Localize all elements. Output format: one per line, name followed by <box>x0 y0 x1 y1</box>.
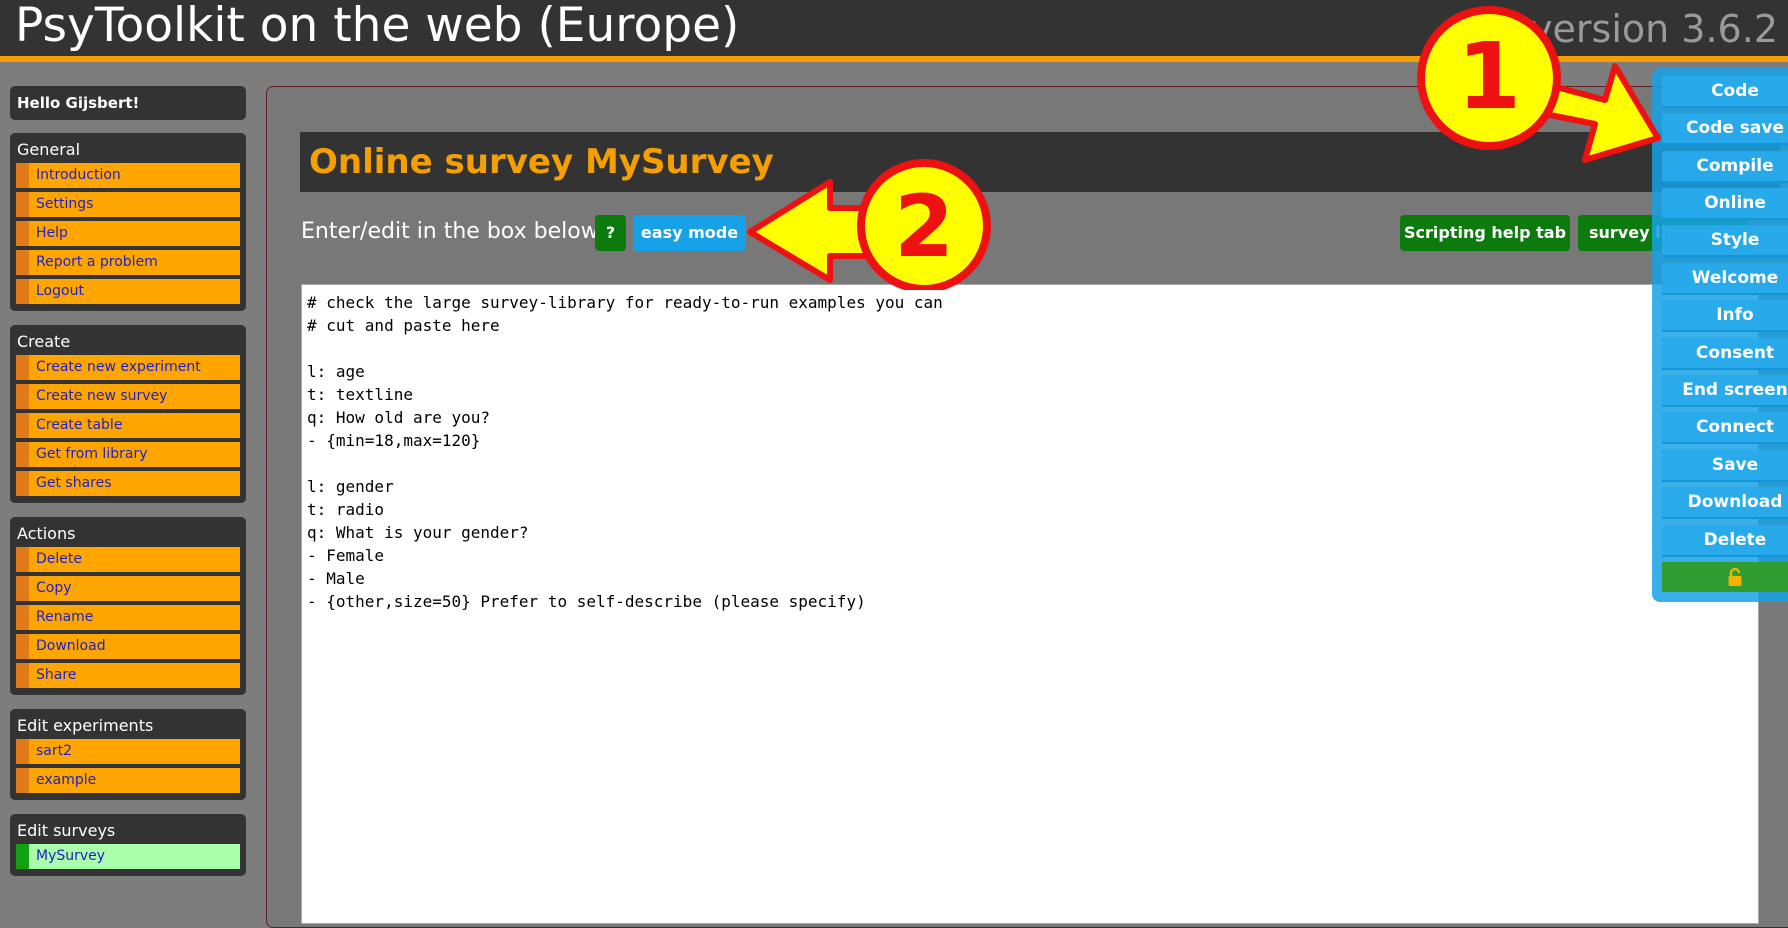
menu-connect[interactable]: Connect <box>1662 412 1788 444</box>
sidebar-item-download[interactable]: Download <box>16 634 240 659</box>
lock-icon[interactable] <box>1662 562 1788 592</box>
sidebar-item-rename[interactable]: Rename <box>16 605 240 630</box>
menu-general: General Introduction Settings Help Repor… <box>10 133 246 311</box>
sidebar-item-experiment[interactable]: sart2 <box>16 739 240 764</box>
menu-heading: Create <box>17 332 71 351</box>
sidebar-item-copy[interactable]: Copy <box>16 576 240 601</box>
help-button[interactable]: ? <box>595 215 626 251</box>
sidebar-item-experiment[interactable]: example <box>16 768 240 793</box>
menu-info[interactable]: Info <box>1662 300 1788 332</box>
menu-end-screen[interactable]: End screen <box>1662 375 1788 407</box>
sidebar-item-delete[interactable]: Delete <box>16 547 240 572</box>
sidebar-item-create-experiment[interactable]: Create new experiment <box>16 355 240 380</box>
sidebar: Hello Gijsbert! General Introduction Set… <box>10 86 246 890</box>
menu-code[interactable]: Code <box>1662 76 1788 108</box>
menu-compile[interactable]: Compile <box>1662 151 1788 183</box>
menu-welcome[interactable]: Welcome <box>1662 263 1788 295</box>
callout-2-label: 2 <box>894 177 954 277</box>
menu-actions: Actions Delete Copy Rename Download Shar… <box>10 517 246 695</box>
menu-heading: Edit surveys <box>17 821 116 840</box>
callout-1-label: 1 <box>1457 23 1521 130</box>
menu-style[interactable]: Style <box>1662 225 1788 257</box>
sidebar-item-settings[interactable]: Settings <box>16 192 240 217</box>
menu-heading: Edit experiments <box>17 716 154 735</box>
menu-code-save[interactable]: Code save <box>1662 113 1788 145</box>
editor-instruction: Enter/edit in the box below: <box>301 219 605 244</box>
menu-heading: Actions <box>17 524 76 543</box>
menu-heading: General <box>17 140 81 159</box>
menu-edit-surveys: Edit surveys MySurvey <box>10 814 246 876</box>
menu-save[interactable]: Save <box>1662 450 1788 482</box>
easy-mode-button[interactable]: easy mode <box>633 215 746 251</box>
sidebar-item-help[interactable]: Help <box>16 221 240 246</box>
sidebar-item-share[interactable]: Share <box>16 663 240 688</box>
menu-online[interactable]: Online <box>1662 188 1788 220</box>
sidebar-item-get-shares[interactable]: Get shares <box>16 471 240 496</box>
menu-delete[interactable]: Delete <box>1662 525 1788 557</box>
sidebar-item-report-problem[interactable]: Report a problem <box>16 250 240 275</box>
code-editor[interactable]: # check the large survey-library for rea… <box>301 284 1759 924</box>
menu-consent[interactable]: Consent <box>1662 338 1788 370</box>
menu-edit-experiments: Edit experiments sart2 example <box>10 709 246 800</box>
sidebar-item-survey-active[interactable]: MySurvey <box>16 844 240 869</box>
sidebar-item-get-from-library[interactable]: Get from library <box>16 442 240 467</box>
sidebar-item-introduction[interactable]: Introduction <box>16 163 240 188</box>
callout-arrow-2: 2 <box>747 159 991 290</box>
greeting: Hello Gijsbert! <box>10 86 246 120</box>
sidebar-item-create-survey[interactable]: Create new survey <box>16 384 240 409</box>
app-title: PsyToolkit on the web (Europe) <box>15 0 740 53</box>
callout-arrow-1: 1 <box>1417 6 1661 163</box>
menu-create: Create Create new experiment Create new … <box>10 325 246 503</box>
scripting-help-tab-button[interactable]: Scripting help tab <box>1400 215 1570 251</box>
sidebar-item-logout[interactable]: Logout <box>16 279 240 304</box>
sidebar-item-create-table[interactable]: Create table <box>16 413 240 438</box>
menu-download[interactable]: Download <box>1662 487 1788 519</box>
